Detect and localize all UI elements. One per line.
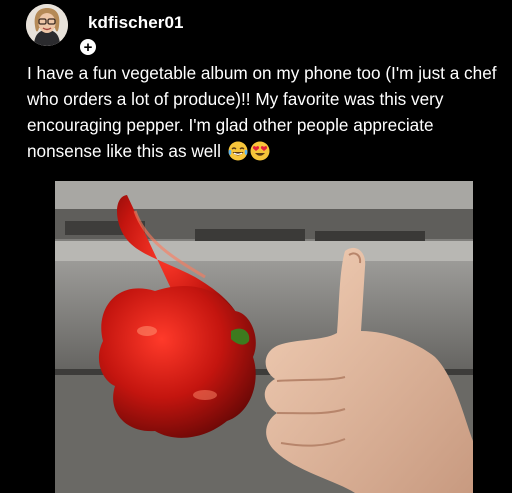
username[interactable]: kdfischer01: [88, 13, 184, 33]
avatar[interactable]: +: [26, 4, 98, 57]
post-caption: I have a fun vegetable album on my phone…: [27, 60, 497, 164]
post: + kdfischer01 I have a fun vegetable alb…: [0, 0, 512, 493]
follow-plus-icon[interactable]: +: [78, 37, 98, 57]
post-photo[interactable]: [55, 181, 473, 493]
laughing-tears-emoji: [228, 141, 248, 161]
heart-eyes-emoji: [250, 141, 270, 161]
